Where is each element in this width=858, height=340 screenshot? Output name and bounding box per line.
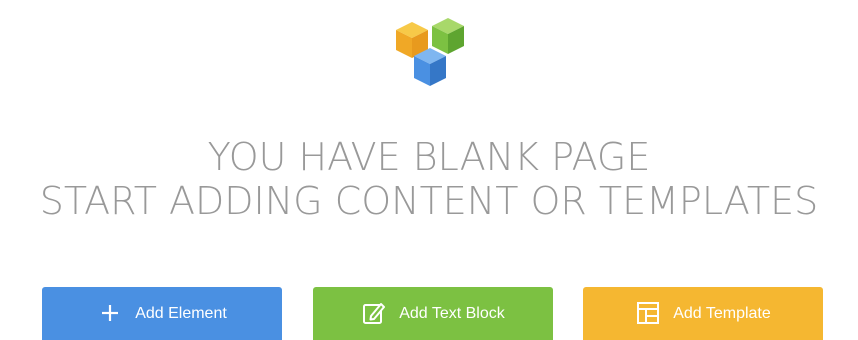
add-template-button[interactable]: Add Template <box>583 287 823 340</box>
plus-icon <box>97 300 123 326</box>
headline-line-1: YOU HAVE BLANK PAGE <box>207 135 651 179</box>
add-template-label: Add Template <box>673 305 771 322</box>
edit-icon <box>361 300 387 326</box>
add-text-block-button[interactable]: Add Text Block <box>313 287 553 340</box>
headline-line-2: START ADDING CONTENT OR TEMPLATES <box>39 179 819 223</box>
add-element-label: Add Element <box>135 305 227 322</box>
blank-page-screen: YOU HAVE BLANK PAGE START ADDING CONTENT… <box>0 0 858 340</box>
add-text-block-label: Add Text Block <box>399 305 505 322</box>
add-element-button[interactable]: Add Element <box>42 287 282 340</box>
template-icon <box>635 300 661 326</box>
page-headline: YOU HAVE BLANK PAGE START ADDING CONTENT… <box>0 135 858 223</box>
visual-composer-logo-icon <box>392 8 472 98</box>
